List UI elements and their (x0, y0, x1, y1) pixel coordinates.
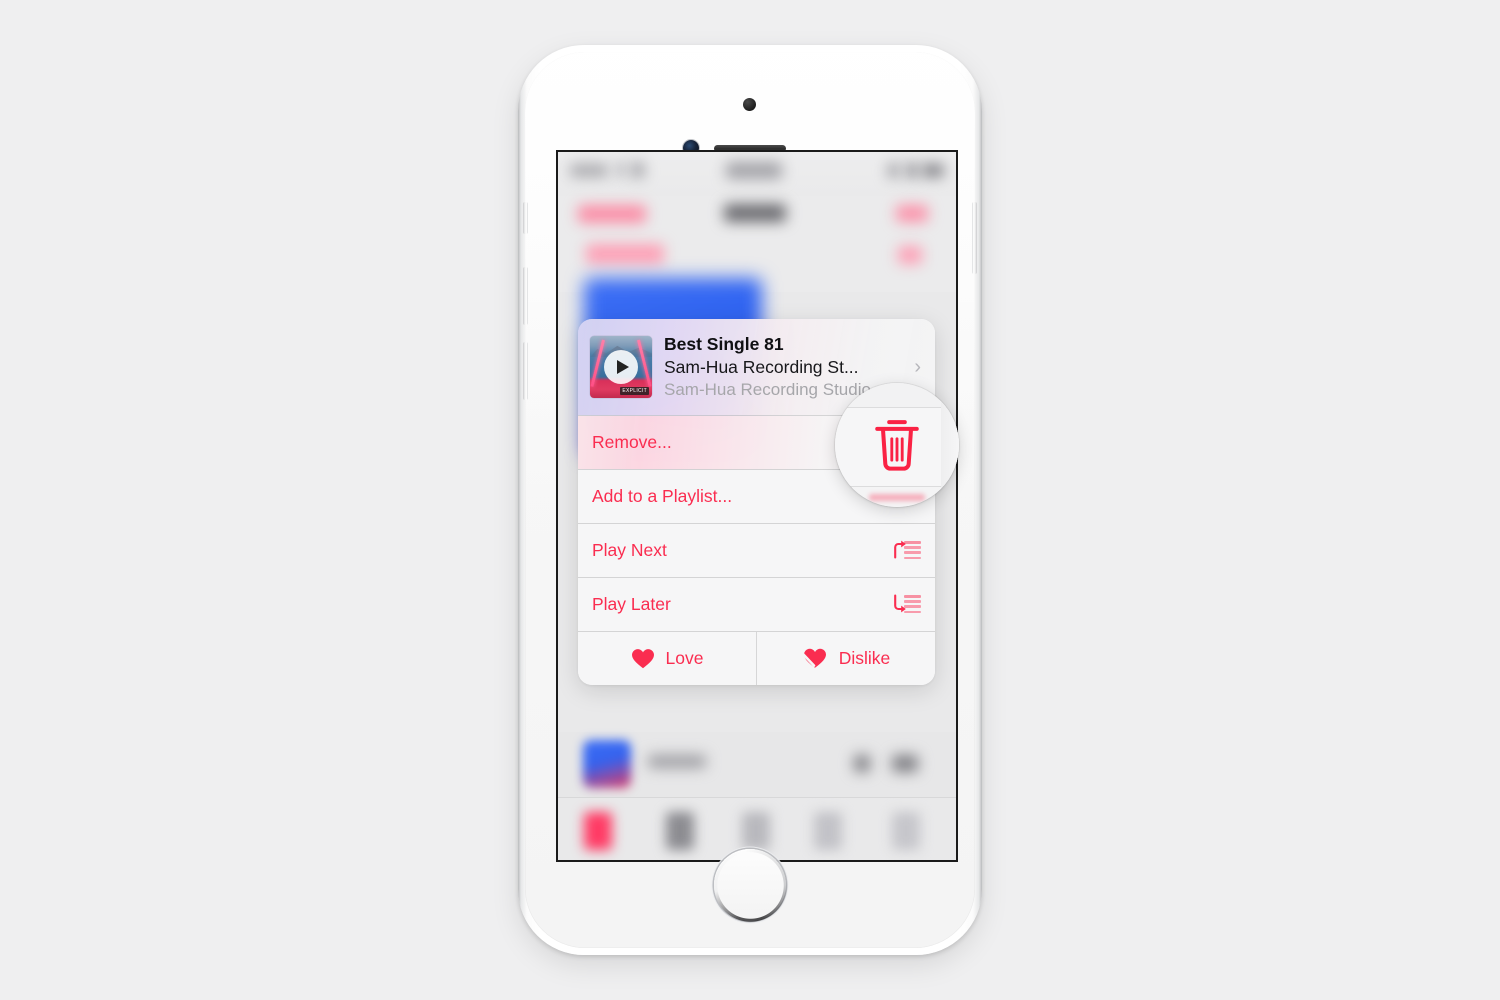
magnifier-ghost-row (869, 494, 925, 501)
magnifier-edge-shade (941, 383, 959, 507)
play-button-icon (604, 350, 638, 384)
heart-icon (631, 648, 654, 668)
arrow-up-right-icon (894, 540, 906, 559)
screenshot-canvas: EXPLICIT Best Single 81 Sam-Hua Recordin… (0, 0, 1500, 1000)
rating-row: Love Dislike (578, 631, 935, 686)
menu-item-play-next[interactable]: Play Next (578, 523, 935, 577)
proximity-sensor-icon (743, 98, 756, 111)
menu-item-play-later[interactable]: Play Later (578, 577, 935, 631)
explicit-badge: EXPLICIT (620, 387, 649, 395)
rating-label: Dislike (838, 647, 891, 668)
home-button[interactable] (714, 849, 786, 921)
menu-item-love[interactable]: Love (578, 632, 756, 686)
album-artwork: EXPLICIT (590, 336, 652, 398)
menu-item-label: Play Next (592, 539, 667, 560)
magnifier-callout (835, 383, 959, 507)
rating-label: Love (665, 647, 704, 668)
menu-item-label: Play Later (592, 593, 671, 614)
blurred-now-playing-art (583, 740, 631, 788)
play-next-icon (893, 539, 921, 561)
play-later-icon (893, 593, 921, 615)
arrow-down-right-icon (894, 594, 906, 613)
track-title: Best Single 81 (664, 333, 784, 354)
menu-item-dislike[interactable]: Dislike (756, 631, 935, 685)
broken-heart-icon (801, 649, 826, 669)
volume-up-button[interactable] (523, 267, 528, 325)
ringer-switch[interactable] (523, 202, 528, 234)
track-subtitle: Sam-Hua Recording St... (664, 356, 859, 377)
earpiece-speaker-icon (714, 145, 786, 152)
chevron-right-icon[interactable]: › (914, 357, 921, 377)
volume-down-button[interactable] (523, 342, 528, 400)
power-button[interactable] (972, 202, 977, 274)
trash-icon (875, 420, 919, 471)
